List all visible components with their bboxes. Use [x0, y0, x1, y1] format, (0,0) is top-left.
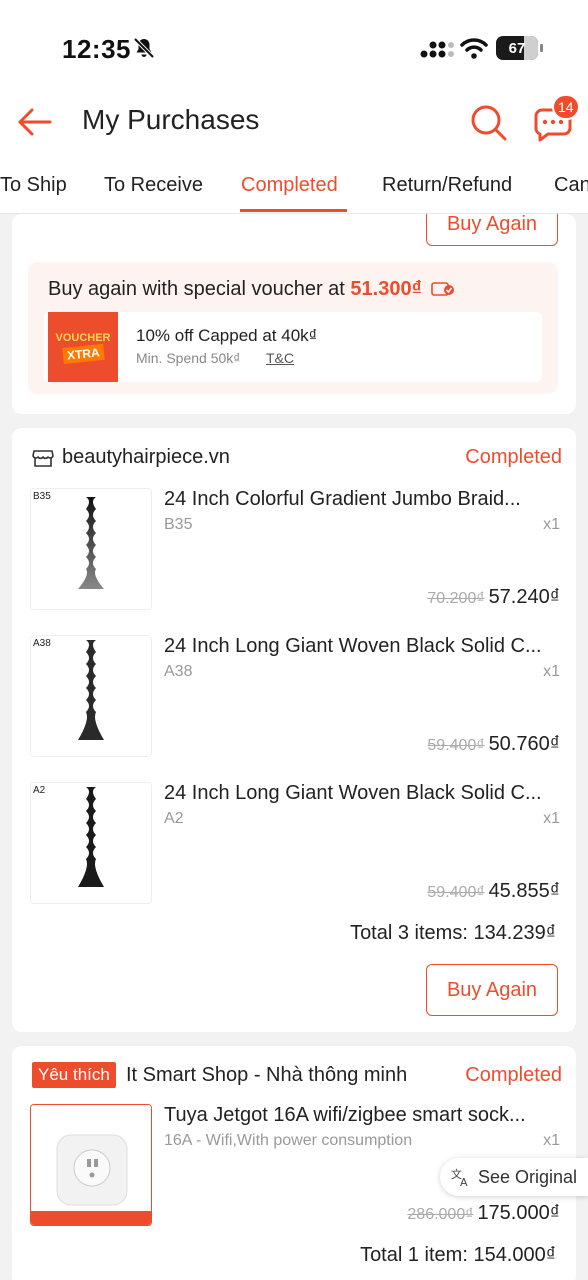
product-thumbnail: A2: [30, 782, 152, 904]
original-price: 70.200₫: [427, 590, 485, 607]
product-thumbnail: [30, 1104, 152, 1226]
product-quantity: x1: [543, 663, 560, 680]
smart-socket-image: [31, 1105, 151, 1225]
tab-to-receive[interactable]: To Receive: [104, 174, 203, 197]
product-name: 24 Inch Colorful Gradient Jumbo Braid...: [164, 488, 521, 510]
sale-price: 57.240₫: [488, 586, 560, 608]
product-thumbnail: A38: [30, 635, 152, 757]
original-price: 59.400₫: [427, 884, 485, 901]
price-row: 70.200₫ 57.240₫: [427, 586, 560, 609]
voucher-xtra-logo: VOUCHER XTRA: [48, 312, 118, 382]
shop-header[interactable]: Yêu thích It Smart Shop - Nhà thông minh…: [32, 1062, 562, 1092]
buy-again-button[interactable]: Buy Again: [426, 964, 558, 1016]
price-row: 59.400₫ 45.855₫: [427, 880, 560, 903]
header: My Purchases 14: [0, 90, 588, 154]
buy-again-button[interactable]: Buy Again: [426, 214, 558, 246]
see-original-button[interactable]: 文 A See Original: [440, 1158, 588, 1196]
product-name: 24 Inch Long Giant Woven Black Solid C..…: [164, 635, 542, 657]
shop-name: beautyhairpiece.vn: [62, 446, 230, 468]
voucher-card[interactable]: VOUCHER XTRA 10% off Capped at 40k₫ Min.…: [44, 312, 542, 382]
tab-bar: To Ship To Receive Completed Return/Refu…: [0, 154, 588, 214]
order-item[interactable]: A2 24 Inch Long Giant Woven Black Solid …: [30, 782, 560, 906]
braid-image: [78, 787, 104, 887]
shop-icon: [32, 450, 54, 467]
sale-price: 45.855₫: [488, 880, 560, 902]
order-card: beautyhairpiece.vn Completed B35 24 Inch…: [12, 428, 576, 1032]
order-total: Total 1 item: 154.000₫: [360, 1244, 556, 1266]
see-original-label: See Original: [478, 1166, 578, 1187]
voucher-logo-line2: XTRA: [61, 343, 105, 365]
order-card-previous: Buy Again Buy again with special voucher…: [12, 214, 576, 414]
bell-off-icon: [133, 37, 155, 59]
braid-image: [78, 497, 104, 589]
translate-icon: 文 A: [451, 1167, 468, 1188]
tab-completed[interactable]: Completed: [241, 174, 338, 197]
sale-price: 50.760₫: [488, 733, 560, 755]
tab-return-refund[interactable]: Return/Refund: [382, 174, 512, 197]
voucher-tc-link[interactable]: T&C: [266, 350, 294, 366]
order-item[interactable]: A38 24 Inch Long Giant Woven Black Solid…: [30, 635, 560, 759]
voucher-logo-line1: VOUCHER: [55, 332, 111, 344]
voucher-prompt: Buy again with special voucher at 51.300…: [48, 278, 455, 301]
voucher-section: Buy again with special voucher at 51.300…: [28, 262, 558, 394]
back-arrow-icon[interactable]: [14, 104, 54, 140]
braid-image: [78, 640, 104, 740]
product-variation: B35: [164, 516, 193, 533]
battery-icon: 67: [496, 36, 543, 60]
product-variation: 16A - Wifi,With power consumption: [164, 1132, 413, 1149]
status-time: 12:35: [62, 34, 131, 64]
original-price: 59.400₫: [427, 737, 485, 754]
price-row: 59.400₫ 50.760₫: [427, 733, 560, 756]
chat-badge: 14: [552, 94, 580, 120]
thumbnail-label: B35: [33, 491, 51, 502]
product-quantity: x1: [543, 1132, 560, 1149]
price-row: 286.000₫ 175.000₫: [407, 1202, 560, 1225]
shop-name: It Smart Shop - Nhà thông minh: [126, 1064, 408, 1086]
voucher-title: 10% off Capped at 40k₫: [136, 326, 318, 345]
product-variation: A38: [164, 663, 193, 680]
wifi-icon: [460, 38, 488, 59]
shop-header[interactable]: beautyhairpiece.vn Completed: [32, 444, 562, 474]
product-quantity: x1: [543, 516, 560, 533]
voucher-min-spend: Min. Spend 50k₫: [136, 350, 241, 366]
order-total: Total 3 items: 134.239₫: [350, 922, 556, 944]
order-status: Completed: [465, 446, 562, 468]
voucher-price: 51.300₫: [350, 278, 422, 300]
status-bar: 12:35 67: [0, 0, 588, 90]
product-name: Tuya Jetgot 16A wifi/zigbee smart sock..…: [164, 1104, 526, 1126]
original-price: 286.000₫: [407, 1206, 474, 1223]
product-name: 24 Inch Long Giant Woven Black Solid C..…: [164, 782, 542, 804]
tab-active-indicator: [240, 209, 347, 212]
thumbnail-label: A2: [33, 785, 46, 796]
voucher-tag-icon: [431, 282, 455, 296]
svg-text:A: A: [460, 1176, 468, 1188]
page-title: My Purchases: [82, 104, 260, 135]
product-variation: A2: [164, 810, 184, 827]
order-item[interactable]: B35 24 Inch Colorful Gradient Jumbo Brai…: [30, 488, 560, 612]
preferred-seller-badge: Yêu thích: [32, 1062, 116, 1088]
thumbnail-label: A38: [33, 638, 51, 649]
search-icon[interactable]: [468, 102, 508, 142]
product-thumbnail: B35: [30, 488, 152, 610]
tab-cancelled[interactable]: Can: [554, 174, 588, 197]
order-status: Completed: [465, 1064, 562, 1086]
sale-price: 175.000₫: [477, 1202, 560, 1224]
tab-to-ship[interactable]: To Ship: [0, 174, 67, 197]
signal-icon: [420, 41, 454, 58]
battery-level: 67: [508, 39, 526, 57]
voucher-prompt-text: Buy again with special voucher at: [48, 278, 351, 300]
product-quantity: x1: [543, 810, 560, 827]
